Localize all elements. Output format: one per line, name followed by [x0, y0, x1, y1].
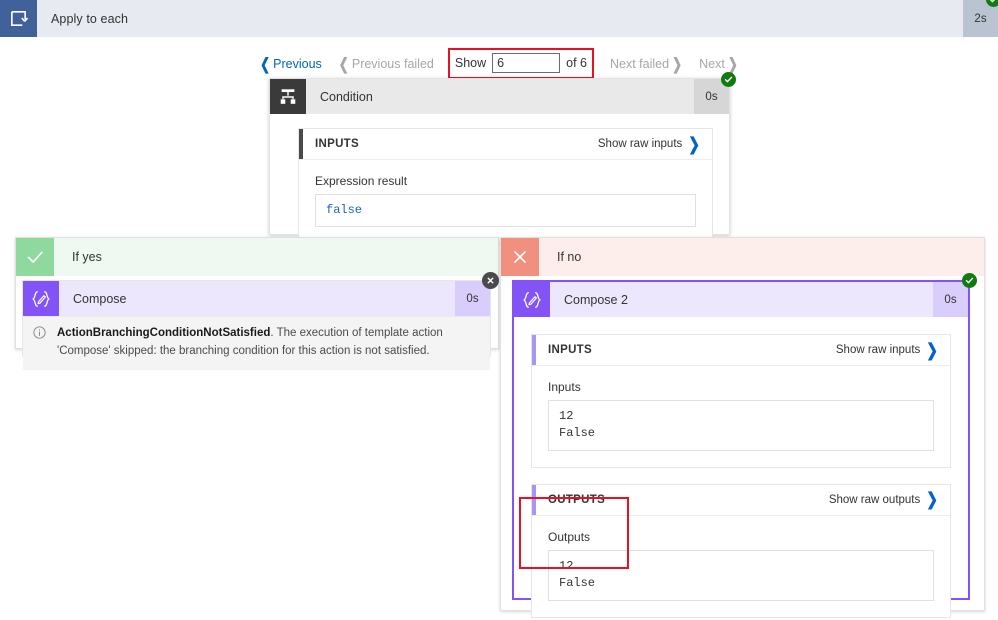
show-raw-inputs-link[interactable]: Show raw inputs	[598, 138, 688, 150]
compose-title: Compose	[59, 281, 455, 316]
previous-failed-button[interactable]: ❮ Previous failed	[336, 54, 434, 73]
next-button[interactable]: Next ❯	[699, 54, 741, 73]
show-raw-outputs-link[interactable]: Show raw outputs	[829, 494, 926, 506]
show-label: Show	[454, 56, 487, 70]
check-icon	[16, 238, 54, 276]
if-no-label: If no	[539, 238, 984, 276]
condition-inputs-body: Expression result false	[299, 160, 712, 243]
chevron-right-icon: ❯	[672, 54, 683, 73]
compose-skipped-message: ActionBranchingConditionNotSatisfied. Th…	[23, 316, 490, 370]
skipped-message-text: ActionBranchingConditionNotSatisfied. Th…	[53, 325, 480, 361]
if-yes-header: If yes	[16, 238, 498, 276]
inputs-field-label: Inputs	[548, 380, 581, 394]
condition-branch-icon	[270, 79, 306, 114]
compose-2-body: INPUTS Show raw inputs ❯ Inputs 12 False…	[514, 317, 968, 618]
compose-2-card[interactable]: Compose 2 0s INPUTS Show raw inputs ❯ In…	[512, 273, 977, 618]
compose-icon	[23, 281, 59, 316]
show-page-input[interactable]	[492, 53, 561, 73]
compose-card[interactable]: Compose 0s ActionBranchingConditionNotSa…	[22, 272, 499, 370]
compose-2-card-header[interactable]: Compose 2 0s	[514, 273, 977, 317]
inputs-label: INPUTS	[548, 344, 592, 356]
if-no-header: If no	[501, 238, 984, 276]
compose-status-badge-skipped	[482, 272, 499, 289]
apply-to-each-duration: 2s	[963, 0, 998, 37]
compose-icon	[514, 282, 550, 317]
previous-label: Previous	[273, 56, 322, 71]
duration-text: 2s	[974, 12, 987, 25]
compose-2-status-badge	[962, 273, 977, 288]
window-title: Apply to each	[51, 11, 129, 26]
condition-title: Condition	[306, 79, 694, 114]
show-page-highlight: Show of 6	[447, 48, 594, 79]
chevron-right-icon[interactable]: ❯	[926, 339, 950, 360]
compose-card-header[interactable]: Compose 0s	[23, 272, 499, 316]
next-label: Next	[699, 56, 725, 71]
outputs-value: 12 False	[548, 549, 934, 601]
inputs-value: 12 False	[548, 400, 934, 451]
next-failed-button[interactable]: Next failed ❯	[610, 54, 685, 73]
outputs-field-label: Outputs	[548, 529, 591, 544]
compose-2-inputs-section: INPUTS Show raw inputs ❯ Inputs 12 False	[531, 334, 951, 468]
compose-2-inputs-header: INPUTS Show raw inputs ❯	[532, 335, 950, 366]
if-yes-label: If yes	[54, 238, 498, 276]
condition-inputs-section: INPUTS Show raw inputs ❯ Expression resu…	[298, 128, 713, 245]
compose-2-outputs-body: Outputs 12 False	[532, 516, 950, 617]
compose-2-duration: 0s	[933, 282, 968, 317]
next-failed-label: Next failed	[610, 56, 670, 71]
chevron-left-icon: ❮	[338, 54, 349, 73]
info-icon	[33, 325, 53, 361]
close-icon	[501, 238, 539, 276]
chevron-right-icon: ❯	[727, 54, 738, 73]
expression-result-label: Expression result	[315, 174, 408, 188]
skipped-message-code: ActionBranchingConditionNotSatisfied	[57, 327, 271, 339]
compose-2-inputs-body: Inputs 12 False	[532, 366, 950, 467]
apply-to-each-header[interactable]: Apply to each 2s	[0, 0, 998, 37]
status-badge-succeeded	[986, 0, 998, 7]
show-raw-inputs-link[interactable]: Show raw inputs	[836, 344, 926, 356]
compose-2-title: Compose 2	[550, 282, 933, 317]
previous-failed-label: Previous failed	[351, 56, 434, 71]
condition-status-badge	[721, 72, 736, 87]
outputs-label: OUTPUTS	[548, 493, 606, 506]
condition-card[interactable]: Condition 0s INPUTS Show raw inputs ❯ Ex…	[269, 72, 736, 245]
loop-icon	[0, 0, 37, 37]
flow-run-canvas: Apply to each 2s ❮ Previous ❮ Previous f…	[0, 0, 998, 620]
chevron-left-icon: ❮	[260, 54, 271, 73]
inputs-label: INPUTS	[315, 138, 359, 150]
compose-2-outputs-header: OUTPUTS Show raw outputs ❯	[532, 484, 950, 516]
chevron-right-icon[interactable]: ❯	[688, 133, 712, 154]
condition-inputs-header: INPUTS Show raw inputs ❯	[299, 129, 712, 160]
condition-card-header[interactable]: Condition 0s	[270, 72, 736, 114]
total-pages-label: of 6	[566, 56, 587, 70]
chevron-right-icon[interactable]: ❯	[926, 489, 950, 510]
expression-result-value: false	[315, 194, 696, 228]
run-pager: ❮ Previous ❮ Previous failed Show of 6 N…	[0, 48, 998, 79]
previous-button[interactable]: ❮ Previous	[257, 54, 322, 73]
compose-2-outputs-section: OUTPUTS Show raw outputs ❯ Outputs 12 Fa…	[531, 483, 951, 618]
